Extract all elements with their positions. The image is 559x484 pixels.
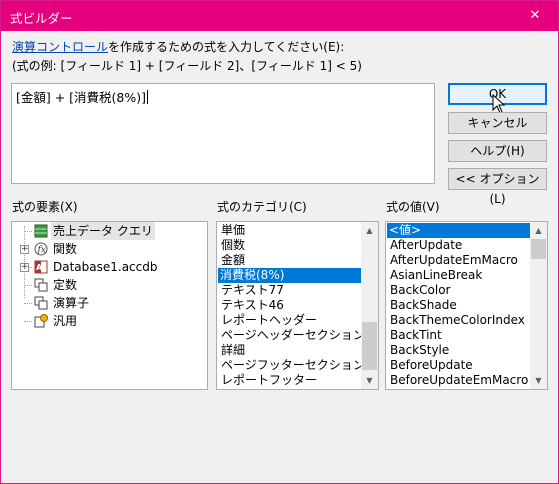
expression-builder-dialog: 式ビルダー ✕ 演算コントロールを作成するための式を入力してください(E): (… (0, 0, 559, 484)
help-button[interactable]: ヘルプ(H) (448, 140, 547, 162)
categories-list[interactable]: 単価 個数 金額 消費税(8%) テキスト77 テキスト46 レポートヘッダー … (216, 221, 379, 390)
scroll-thumb[interactable] (362, 322, 377, 370)
operators-icon (34, 296, 48, 310)
svg-text:A: A (36, 263, 43, 272)
tree-item-label: 売上データ クエリ (51, 222, 155, 240)
text-caret (147, 90, 149, 104)
elements-tree[interactable]: 売上データ クエリ + fx 関数 + A Database1.accdb 定数… (11, 221, 208, 390)
scroll-thumb[interactable] (531, 239, 546, 259)
category-item-selected[interactable]: 消費税(8%) (218, 268, 361, 283)
instruction-line: 演算コントロールを作成するための式を入力してください(E): (12, 38, 344, 55)
elements-label: 式の要素(X) (12, 200, 78, 214)
tree-item-label: 定数 (53, 278, 78, 292)
value-item[interactable]: BackColor (388, 283, 452, 298)
tree-item-label: 演算子 (53, 296, 90, 310)
category-item[interactable]: テキスト77 (219, 283, 286, 298)
title-bar: 式ビルダー ✕ (1, 1, 558, 31)
expression-value: [金額] + [消費税(8%)] (16, 90, 147, 105)
svg-text:fx: fx (37, 246, 46, 256)
category-item[interactable]: ページヘッダーセクション (219, 328, 367, 343)
options-button[interactable]: << オプション(L) (448, 168, 547, 206)
values-label: 式の値(V) (386, 200, 440, 214)
value-item[interactable]: BackThemeColorIndex (388, 313, 527, 328)
value-item[interactable]: AsianLineBreak (388, 268, 484, 283)
query-icon (34, 224, 48, 238)
expand-icon[interactable]: + (20, 245, 29, 254)
scroll-up-arrow-icon[interactable]: ▲ (361, 222, 378, 239)
scroll-up-arrow-icon[interactable]: ▲ (530, 222, 547, 239)
function-icon: fx (34, 242, 48, 256)
category-item[interactable]: レポートフッター (219, 373, 319, 388)
mouse-cursor-icon (492, 94, 506, 114)
example-text: (式の例: [フィールド 1] + [フィールド 2]、[フィールド 1] < … (12, 59, 362, 73)
close-button[interactable]: ✕ (512, 1, 558, 31)
tree-item-label: Database1.accdb (53, 260, 158, 274)
expression-input[interactable]: [金額] + [消費税(8%)] (11, 83, 435, 184)
instruction-text: を作成するための式を入力してください(E): (108, 40, 345, 54)
category-item[interactable]: テキスト46 (219, 298, 286, 313)
database-icon: A (34, 260, 48, 274)
cancel-button[interactable]: キャンセル (448, 112, 547, 134)
category-item[interactable]: ページフッターセクション (219, 358, 367, 373)
value-item[interactable]: BeforeUpdate (388, 358, 475, 373)
category-item[interactable]: レポートヘッダー (219, 313, 319, 328)
categories-label: 式のカテゴリ(C) (217, 200, 307, 214)
category-item[interactable]: 単価 (219, 223, 247, 238)
category-item[interactable]: 個数 (219, 238, 247, 253)
tree-item-label: 関数 (53, 242, 78, 256)
value-item-selected[interactable]: <値> (387, 223, 530, 238)
value-item[interactable]: AfterUpdate (388, 238, 464, 253)
window-title: 式ビルダー (10, 11, 73, 26)
categories-scrollbar[interactable]: ▲ ▼ (361, 222, 378, 389)
expand-icon[interactable]: + (20, 263, 29, 272)
category-item[interactable]: 金額 (219, 253, 247, 268)
scroll-down-arrow-icon[interactable]: ▼ (530, 372, 547, 389)
values-list[interactable]: <値> AfterUpdate AfterUpdateEmMacro Asian… (385, 221, 548, 390)
value-item[interactable]: BackStyle (388, 343, 451, 358)
values-scrollbar[interactable]: ▲ ▼ (530, 222, 547, 389)
tree-item-label: 汎用 (53, 314, 78, 328)
common-expressions-icon (34, 314, 48, 328)
calculated-control-link[interactable]: 演算コントロール (12, 40, 108, 54)
scroll-down-arrow-icon[interactable]: ▼ (361, 372, 378, 389)
value-item[interactable]: BeforeUpdateEmMacro (388, 373, 530, 388)
category-item[interactable]: 詳細 (219, 343, 247, 358)
value-item[interactable]: BackTint (388, 328, 444, 343)
constants-icon (34, 278, 48, 292)
value-item[interactable]: AfterUpdateEmMacro (388, 253, 520, 268)
value-item[interactable]: BackShade (388, 298, 459, 313)
